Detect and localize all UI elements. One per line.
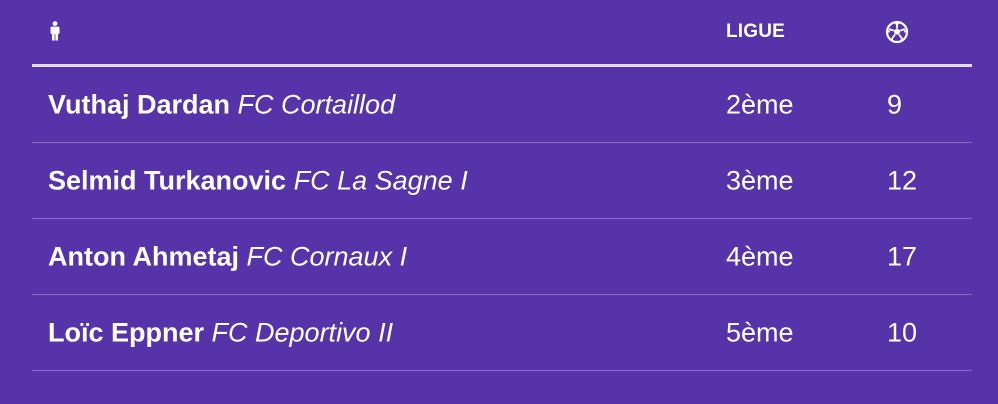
player-club: FC Deportivo II — [211, 317, 394, 347]
goals-cell: 9 — [887, 89, 903, 119]
player-cell: Anton Ahmetaj FC Cornaux I — [48, 241, 407, 272]
goals-cell: 12 — [887, 165, 918, 195]
player-cell: Loïc Eppner FC Deportivo II — [48, 317, 393, 348]
scorers-table: LIGUE Vuthaj Dardan FC Cortaillod 2ème 9… — [32, 0, 972, 371]
league-cell: 2ème — [726, 89, 794, 119]
player-club: FC Cortaillod — [237, 89, 396, 119]
player-cell: Selmid Turkanovic FC La Sagne I — [48, 165, 468, 196]
player-club: FC Cornaux I — [246, 241, 408, 271]
league-cell: 4ème — [726, 241, 794, 271]
goals-cell: 17 — [887, 241, 918, 271]
soccer-ball-icon — [885, 20, 909, 44]
player-name: Vuthaj Dardan — [48, 89, 231, 119]
table-row: Vuthaj Dardan FC Cortaillod 2ème 9 — [32, 67, 972, 143]
league-cell: 3ème — [726, 165, 794, 195]
person-icon — [49, 21, 61, 41]
league-cell: 5ème — [726, 317, 794, 347]
player-name: Loïc Eppner — [48, 317, 205, 347]
table-row: Selmid Turkanovic FC La Sagne I 3ème 12 — [32, 143, 972, 219]
player-name: Anton Ahmetaj — [48, 241, 239, 271]
player-club: FC La Sagne I — [293, 165, 468, 195]
table-row: Anton Ahmetaj FC Cornaux I 4ème 17 — [32, 219, 972, 295]
player-name: Selmid Turkanovic — [48, 165, 287, 195]
table-header: LIGUE — [32, 0, 972, 67]
league-column-header: LIGUE — [726, 21, 786, 42]
goals-cell: 10 — [887, 317, 918, 347]
table-row: Loïc Eppner FC Deportivo II 5ème 10 — [32, 295, 972, 371]
player-cell: Vuthaj Dardan FC Cortaillod — [48, 89, 395, 120]
